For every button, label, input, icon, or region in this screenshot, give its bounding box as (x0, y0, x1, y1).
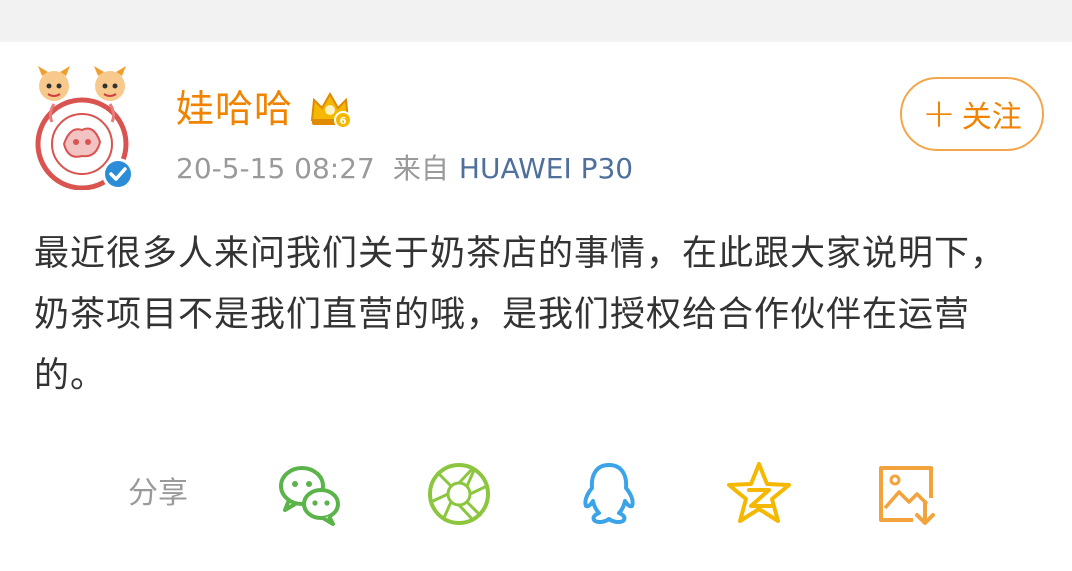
share-label: 分享 (128, 476, 188, 511)
svg-text:6: 6 (340, 116, 347, 127)
post-content: 最近很多人来问我们关于奶茶店的事情，在此跟大家说明下，奶茶项目不是我们直营的哦，… (34, 234, 1007, 396)
follow-label: 关注 (961, 100, 1022, 135)
plus-icon: + (922, 91, 956, 137)
source-prefix: 来自 (392, 152, 449, 185)
post-meta: 20-5-15 08:27 来自 HUAWEI P30 (176, 152, 633, 186)
vip-crown-icon: 6 (310, 91, 352, 129)
moments-icon[interactable] (425, 460, 493, 528)
top-strip (0, 0, 1072, 42)
verified-badge-icon (102, 158, 134, 190)
save-image-icon[interactable] (873, 460, 941, 528)
username[interactable]: 娃哈哈 (176, 86, 293, 132)
qzone-icon[interactable] (725, 460, 793, 528)
qq-icon[interactable] (575, 460, 643, 528)
weibo-post-card: 娃哈哈 6 20-5-15 08:27 来自 HUAWEI P30 + 关注 最近很… (0, 42, 1072, 571)
follow-button[interactable]: + 关注 (900, 77, 1044, 151)
post-timestamp: 20-5-15 08:27 (176, 152, 375, 185)
source-device-link[interactable]: HUAWEI P30 (459, 152, 633, 185)
wechat-icon[interactable] (275, 460, 343, 528)
